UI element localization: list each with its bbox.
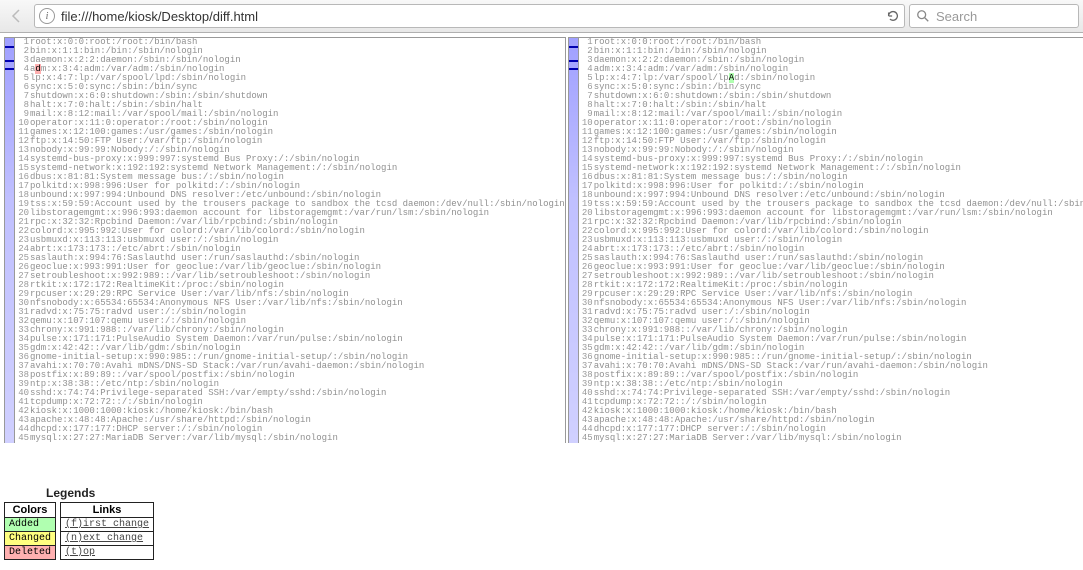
- reload-button[interactable]: [886, 9, 900, 23]
- right-gutter[interactable]: [569, 38, 579, 443]
- right-code: 1root:x:0:0:root:/root:/bin/bash 2bin:x:…: [579, 38, 1083, 443]
- left-pane: 1root:x:0:0:root:/root:/bin/bash 2bin:x:…: [4, 37, 566, 443]
- left-gutter[interactable]: [5, 38, 15, 443]
- back-button[interactable]: [4, 4, 30, 28]
- legend-first[interactable]: (f)irst change: [61, 518, 154, 532]
- colors-header: Colors: [5, 503, 56, 518]
- legend-next[interactable]: (n)ext change: [61, 532, 154, 546]
- info-icon[interactable]: i: [39, 8, 55, 24]
- legend-added: Added: [5, 518, 56, 532]
- search-box[interactable]: Search: [909, 4, 1079, 28]
- colors-table: Colors Added Changed Deleted: [4, 502, 56, 560]
- links-header: Links: [61, 503, 154, 518]
- right-pane: 1root:x:0:0:root:/root:/bin/bash 2bin:x:…: [568, 37, 1083, 443]
- legend-top[interactable]: (t)op: [61, 546, 154, 560]
- legend-changed: Changed: [5, 532, 56, 546]
- search-placeholder: Search: [936, 9, 977, 24]
- links-table: Links (f)irst change (n)ext change (t)op: [60, 502, 154, 560]
- url-text: file:///home/kiosk/Desktop/diff.html: [61, 9, 880, 24]
- search-icon: [916, 9, 930, 23]
- left-code: 1root:x:0:0:root:/root:/bin/bash 2bin:x:…: [15, 38, 565, 443]
- url-bar[interactable]: i file:///home/kiosk/Desktop/diff.html: [34, 4, 905, 28]
- legends: Legends Colors Added Changed Deleted Lin…: [4, 486, 154, 560]
- browser-toolbar: i file:///home/kiosk/Desktop/diff.html S…: [0, 0, 1083, 33]
- legend-deleted: Deleted: [5, 546, 56, 560]
- diff-content: 1root:x:0:0:root:/root:/bin/bash 2bin:x:…: [0, 33, 1083, 443]
- legends-title: Legends: [46, 486, 154, 500]
